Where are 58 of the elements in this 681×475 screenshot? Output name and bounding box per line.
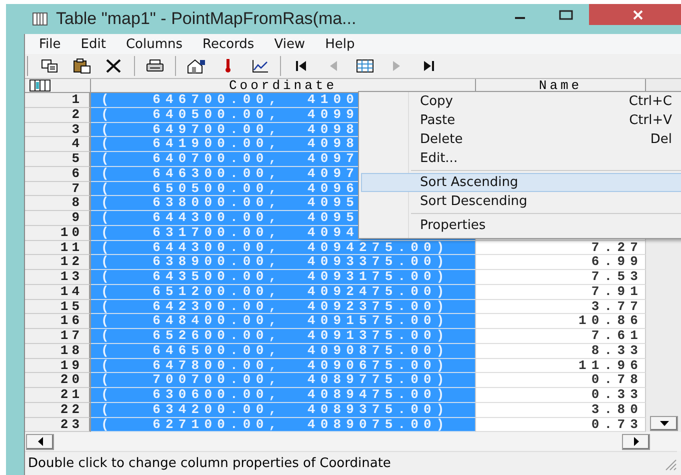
row-number[interactable]: 21 xyxy=(25,388,91,403)
table-cell: 7.53 xyxy=(476,270,646,285)
row-number[interactable]: 14 xyxy=(25,284,91,300)
row-number[interactable]: 12 xyxy=(25,255,91,270)
row-number[interactable]: 6 xyxy=(25,166,91,182)
row-number[interactable]: 20 xyxy=(25,373,91,388)
table-cell: 3.77 xyxy=(476,300,646,314)
row-number[interactable]: 11 xyxy=(25,240,91,256)
column-header[interactable]: Coordinate xyxy=(91,79,476,93)
row-number[interactable]: 2 xyxy=(25,108,91,122)
table-cell: ( 638900.00, 4093375.00) xyxy=(91,255,476,270)
table-cell: 6.99 xyxy=(476,255,646,270)
table-cell: 0.33 xyxy=(476,388,646,403)
window-title: Table "map1" - PointMapFromRas(ma... xyxy=(56,9,356,29)
row-number[interactable]: 5 xyxy=(25,152,91,167)
menu-item[interactable]: Help xyxy=(315,36,365,52)
row-number[interactable]: 4 xyxy=(25,137,91,152)
status-text: Double click to change column properties of Coordinate xyxy=(28,456,391,472)
row-number[interactable]: 1 xyxy=(25,93,91,108)
menu-item[interactable]: File xyxy=(29,36,71,52)
table-cell: ( 652600.00, 4091375.00) xyxy=(91,329,476,344)
table-cell: 7.61 xyxy=(476,329,646,344)
row-number[interactable]: 13 xyxy=(25,270,91,285)
table-cell: 0.78 xyxy=(476,373,646,388)
table-cell: ( 642300.00, 4092375.00) xyxy=(91,300,476,314)
table-cell: 10.86 xyxy=(476,314,646,329)
table-cell: ( 630600.00, 4089475.00) xyxy=(91,388,476,403)
row-number[interactable]: 3 xyxy=(25,122,91,138)
row-number[interactable]: 22 xyxy=(25,402,91,418)
row-number[interactable]: 9 xyxy=(25,211,91,226)
table-cell: 7.91 xyxy=(476,284,646,300)
row-number[interactable]: 15 xyxy=(25,300,91,314)
row-number[interactable]: 7 xyxy=(25,182,91,196)
table-cell: 7.27 xyxy=(476,240,646,256)
menu-item[interactable]: Edit xyxy=(70,36,116,52)
menu-item[interactable]: Columns xyxy=(116,36,193,52)
table-cell: ( 647800.00, 4090675.00) xyxy=(91,358,476,374)
table-cell: 8.33 xyxy=(476,344,646,358)
row-number[interactable]: 8 xyxy=(25,196,91,211)
table-cell: ( 644300.00, 4094275.00) xyxy=(91,240,476,256)
menu-item[interactable]: Records xyxy=(192,36,264,52)
row-number[interactable]: 16 xyxy=(25,314,91,329)
menu-item[interactable]: Sort Ascending xyxy=(361,173,681,192)
table-cell: 11.96 xyxy=(476,358,646,374)
table-cell: ( 651200.00, 4092475.00) xyxy=(91,284,476,300)
table-cell: ( 627100.00, 4089075.00) xyxy=(91,418,476,432)
table-cell: ( 634200.00, 4089375.00) xyxy=(91,402,476,418)
row-number[interactable]: 17 xyxy=(25,329,91,344)
row-number[interactable]: 10 xyxy=(25,226,91,240)
row-number[interactable]: 23 xyxy=(25,418,91,432)
menu-item[interactable]: View xyxy=(264,36,316,52)
table-cell: 3.80 xyxy=(476,402,646,418)
table-cell: ( 700700.00, 4089775.00) xyxy=(91,373,476,388)
row-number[interactable]: 19 xyxy=(25,358,91,374)
table-cell: ( 643500.00, 4093175.00) xyxy=(91,270,476,285)
table-cell: ( 646500.00, 4090875.00) xyxy=(91,344,476,358)
table-cell: ( 648400.00, 4091575.00) xyxy=(91,314,476,329)
row-number[interactable]: 18 xyxy=(25,344,91,358)
